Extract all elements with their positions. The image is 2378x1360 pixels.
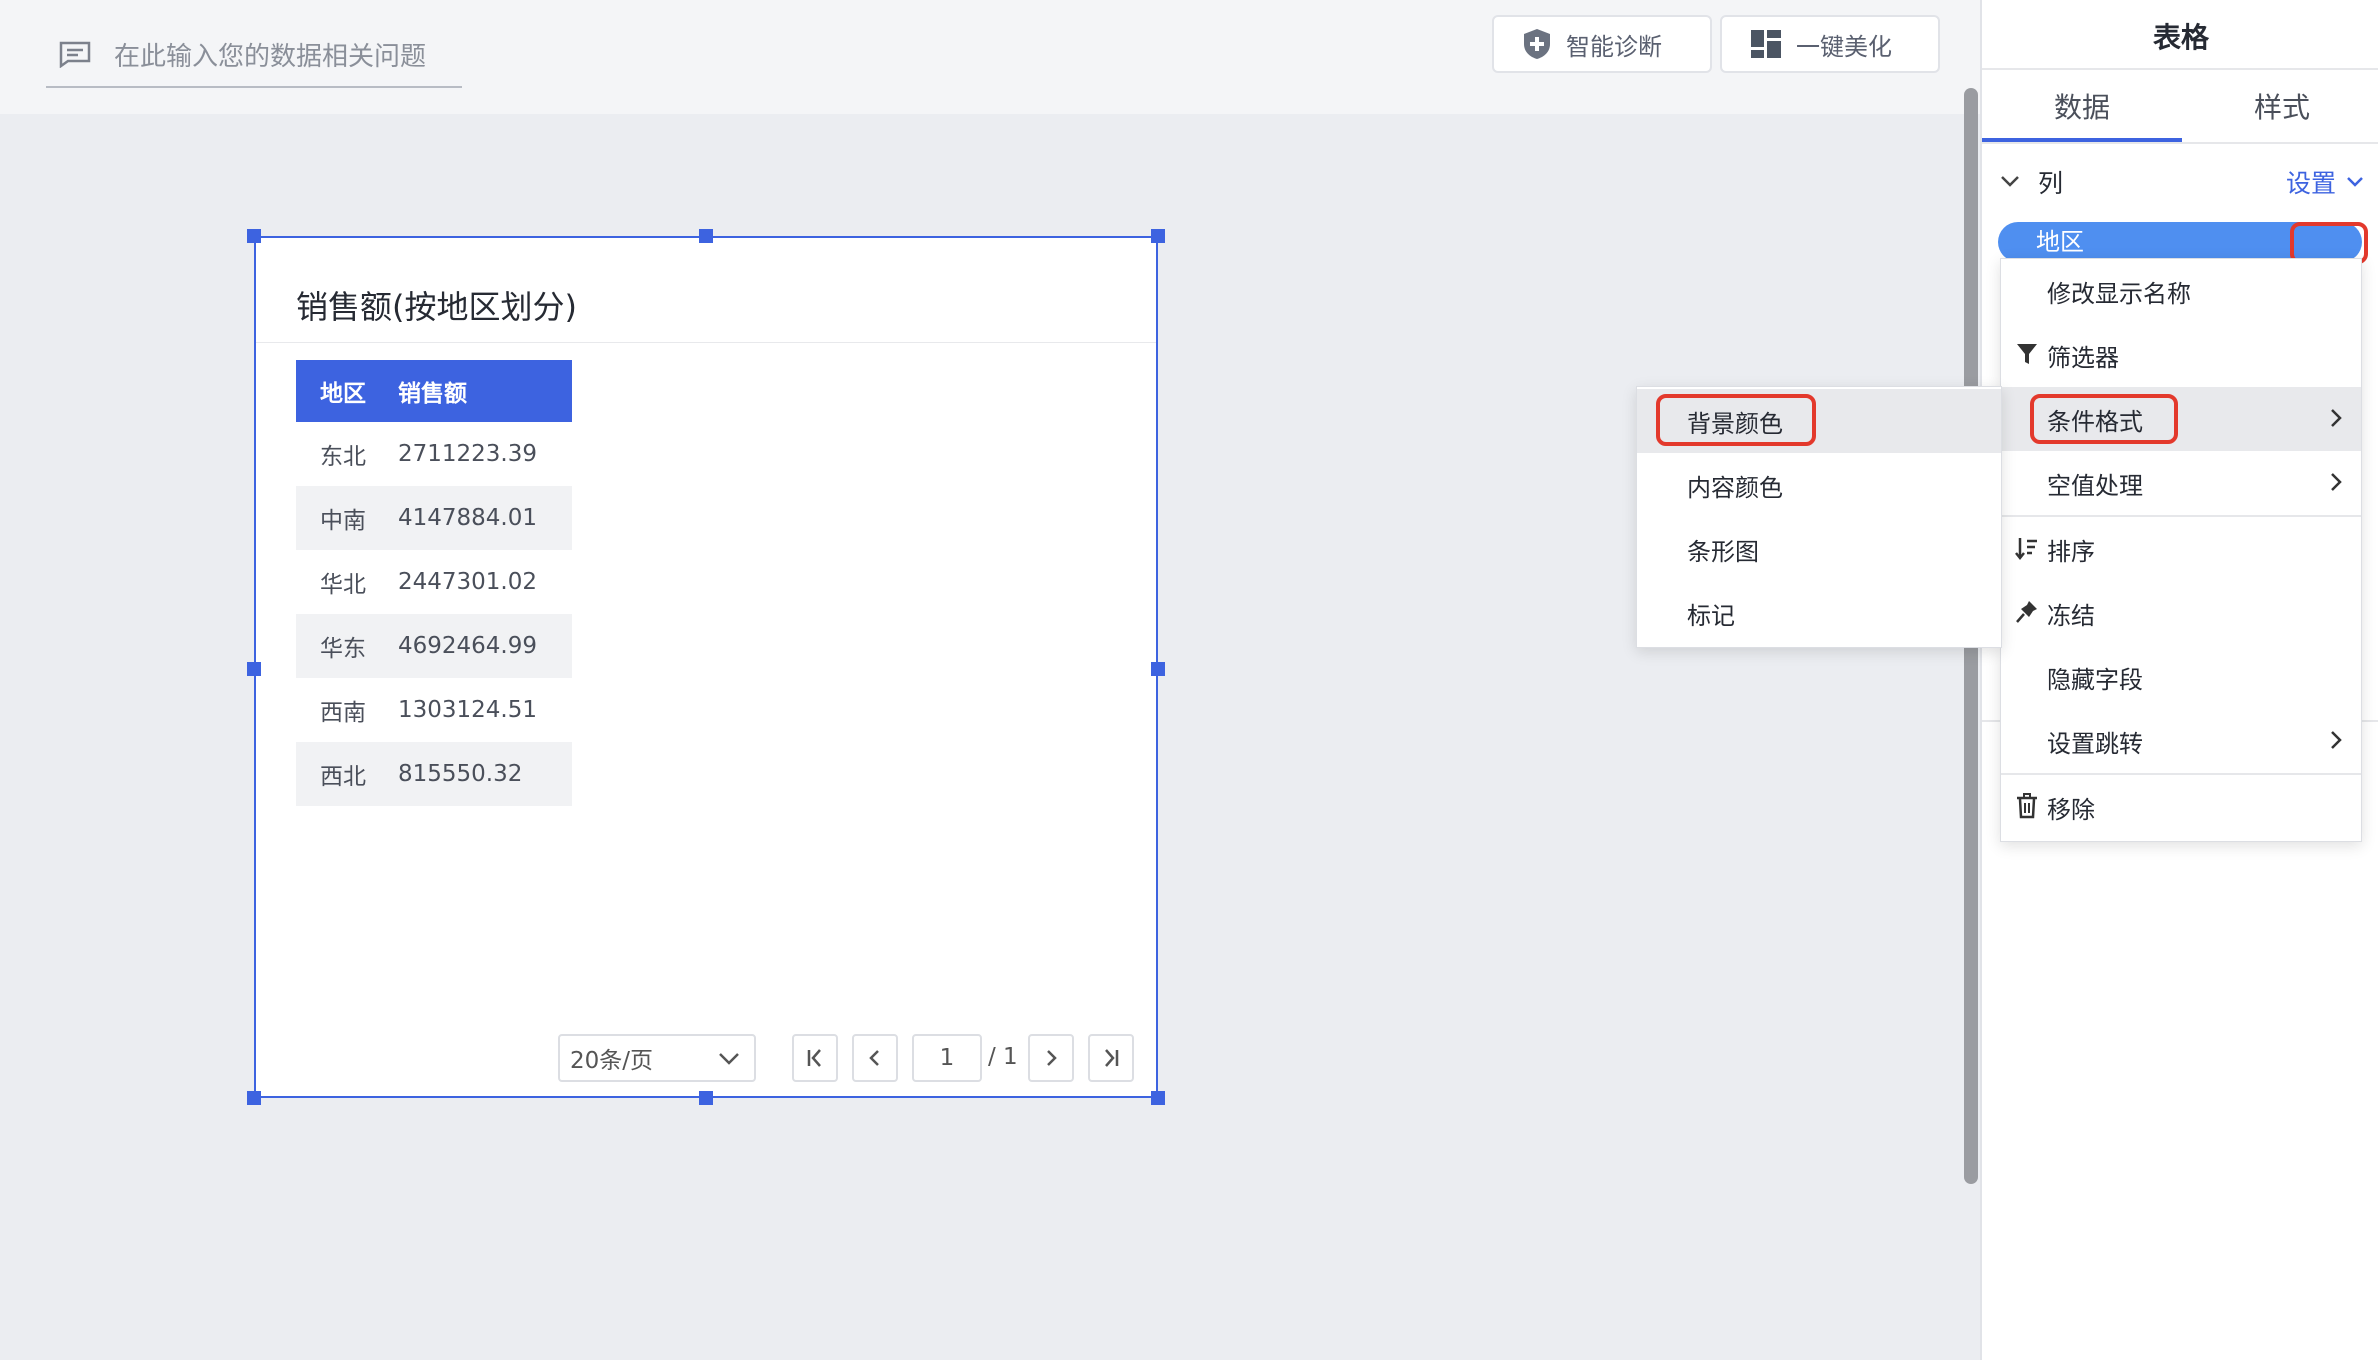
cell-region: 西南 — [320, 700, 366, 726]
ask-placeholder: 在此输入您的数据相关问题 — [114, 41, 427, 72]
cell-sales: 815550.32 — [398, 742, 572, 806]
cell-region: 西北 — [296, 742, 398, 806]
table-row: 华北 2447301.02 — [296, 550, 572, 614]
chevron-down-icon — [719, 1053, 739, 1065]
total-pages-label: / 1 — [988, 1044, 1018, 1070]
menu-item-sort[interactable]: 排序 — [2001, 517, 2361, 581]
resize-handle-top-left[interactable] — [247, 229, 261, 243]
settings-dropdown[interactable]: 设置 — [2286, 164, 2364, 200]
panel-title: 表格 — [2152, 21, 2209, 54]
first-page-icon — [807, 1049, 821, 1067]
pin-icon — [2016, 601, 2037, 623]
submenu-item-bar-chart[interactable]: 条形图 — [1637, 517, 2001, 581]
column-header-region[interactable]: 地区 — [296, 360, 398, 422]
chat-icon — [58, 40, 92, 68]
resize-handle-left[interactable] — [247, 662, 261, 676]
field-pill-label: 地区 — [2036, 228, 2084, 256]
cell-sales: 4692464.99 — [398, 614, 572, 678]
title-divider — [256, 342, 1156, 343]
last-page-button[interactable] — [1088, 1034, 1134, 1082]
column-header-sales[interactable]: 销售额 — [398, 360, 572, 422]
chevron-right-icon — [2331, 473, 2342, 491]
smart-diagnose-button[interactable]: 智能诊断 — [1492, 15, 1712, 73]
prev-page-button[interactable] — [852, 1034, 898, 1082]
resize-handle-top[interactable] — [699, 229, 713, 243]
last-page-icon — [1105, 1049, 1119, 1067]
menu-item-filter[interactable]: 筛选器 — [2001, 323, 2361, 387]
page-number-value: 1 — [939, 1045, 955, 1071]
top-toolbar: 在此输入您的数据相关问题 智能诊断 一键美化 — [0, 0, 1980, 114]
data-table: 地区 销售额 东北 2711223.39 中南 4147884.01 华北 24… — [296, 360, 572, 806]
tab-style[interactable]: 样式 — [2254, 86, 2310, 126]
cell-sales: 4147884.01 — [398, 486, 572, 550]
cell-region: 华东 — [296, 614, 398, 678]
one-click-beautify-label: 一键美化 — [1796, 32, 1892, 61]
resize-handle-top-right[interactable] — [1151, 229, 1165, 243]
menu-item-rename[interactable]: 修改显示名称 — [2001, 259, 2361, 323]
table-row: 西北 815550.32 — [296, 742, 572, 806]
cell-region: 华北 — [320, 572, 366, 598]
table-row: 东北 2711223.39 — [296, 422, 572, 486]
chevron-right-icon — [2331, 409, 2342, 427]
menu-item-set-jump[interactable]: 设置跳转 — [2001, 709, 2361, 773]
page-size-value: 20条/页 — [570, 1048, 654, 1074]
smart-diagnose-label: 智能诊断 — [1566, 32, 1662, 61]
field-context-menu: 修改显示名称 筛选器 条件格式 空值处理 排序 冻结 隐藏字段 设置跳转 移除 — [2000, 258, 2362, 842]
settings-label: 设置 — [2285, 169, 2336, 198]
filter-icon — [2017, 344, 2037, 364]
table-row: 西南 1303124.51 — [296, 678, 572, 742]
cell-region: 东北 — [320, 444, 366, 470]
columns-section-label: 列 — [2038, 169, 2064, 198]
menu-item-null-handling[interactable]: 空值处理 — [2001, 451, 2361, 515]
chevron-right-icon — [1047, 1050, 1057, 1066]
tab-data[interactable]: 数据 — [2054, 86, 2110, 126]
ask-question-input[interactable]: 在此输入您的数据相关问题 — [46, 22, 462, 88]
submenu-item-content-color[interactable]: 内容颜色 — [1637, 453, 2001, 517]
chevron-down-icon — [2347, 177, 2363, 187]
chevron-right-icon — [2331, 731, 2342, 749]
menu-item-hide-field[interactable]: 隐藏字段 — [2001, 645, 2361, 709]
tabs-divider — [1982, 142, 2378, 144]
conditional-format-highlight — [2030, 394, 2178, 444]
resize-handle-right[interactable] — [1151, 662, 1165, 676]
cell-sales: 1303124.51 — [398, 697, 538, 723]
page-number-input[interactable]: 1 — [912, 1034, 982, 1082]
chevron-left-icon — [869, 1050, 879, 1066]
next-page-button[interactable] — [1028, 1034, 1074, 1082]
layout-grid-icon — [1751, 30, 1781, 58]
menu-item-remove[interactable]: 移除 — [2001, 775, 2361, 839]
resize-handle-bottom[interactable] — [699, 1091, 713, 1105]
background-color-highlight — [1656, 394, 1816, 446]
one-click-beautify-button[interactable]: 一键美化 — [1720, 15, 1940, 73]
panel-divider — [1982, 68, 2378, 70]
chevron-down-icon — [2001, 176, 2019, 187]
shield-plus-icon — [1524, 29, 1550, 59]
resize-handle-bottom-left[interactable] — [247, 1091, 261, 1105]
menu-item-freeze[interactable]: 冻结 — [2001, 581, 2361, 645]
page-size-select[interactable]: 20条/页 — [558, 1034, 756, 1082]
columns-section-header[interactable]: 列 — [2000, 164, 2063, 200]
cell-sales: 2447301.02 — [398, 569, 538, 595]
table-widget[interactable]: 销售额(按地区划分) 地区 销售额 东北 2711223.39 中南 41478… — [247, 229, 1165, 1105]
resize-handle-bottom-right[interactable] — [1151, 1091, 1165, 1105]
cell-region: 中南 — [296, 486, 398, 550]
table-row: 中南 4147884.01 — [296, 486, 572, 550]
table-row: 华东 4692464.99 — [296, 614, 572, 678]
table-header: 地区 销售额 — [296, 360, 572, 422]
submenu-item-marker[interactable]: 标记 — [1637, 581, 2001, 645]
trash-icon — [2017, 793, 2037, 819]
sort-icon — [2015, 538, 2037, 561]
cell-sales: 2711223.39 — [398, 441, 538, 467]
first-page-button[interactable] — [792, 1034, 838, 1082]
widget-title: 销售额(按地区划分) — [296, 288, 577, 326]
